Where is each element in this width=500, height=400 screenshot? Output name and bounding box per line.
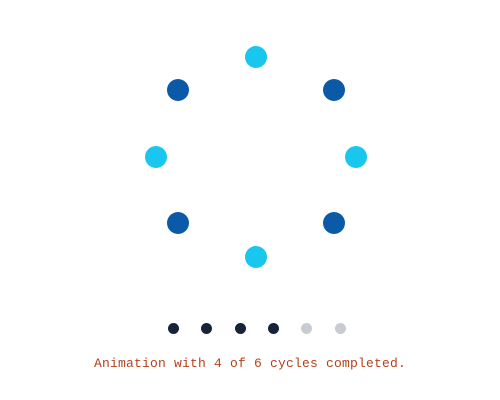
spinner-dot-left [145, 146, 167, 168]
spinner-dot-top-left [167, 79, 189, 101]
progress-dot [301, 323, 312, 334]
spinner-dot-bottom-right [323, 212, 345, 234]
spinner-dot-bottom-left [167, 212, 189, 234]
progress-dot [335, 323, 346, 334]
animation-stage: Animation with 4 of 6 cycles completed. [0, 0, 500, 400]
progress-dot [201, 323, 212, 334]
status-caption: Animation with 4 of 6 cycles completed. [93, 356, 407, 371]
spinner-dot-top-right [323, 79, 345, 101]
spinner-dot-right [345, 146, 367, 168]
progress-dot [268, 323, 279, 334]
cycle-progress-indicator [0, 318, 500, 338]
spinner-dot-top [245, 46, 267, 68]
progress-dot [168, 323, 179, 334]
loading-spinner [0, 0, 500, 300]
progress-dot [235, 323, 246, 334]
spinner-dot-bottom [245, 246, 267, 268]
